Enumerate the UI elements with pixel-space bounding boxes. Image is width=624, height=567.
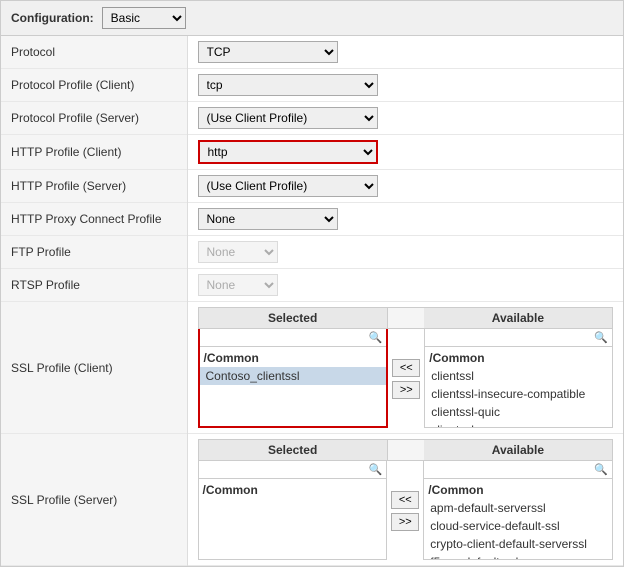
protocol-profile-client-cell: tcp tcp-lan-optimized tcp-wan-optimized bbox=[187, 69, 623, 102]
ssl-server-available-search-icon: 🔍 bbox=[594, 463, 608, 476]
ssl-client-available-group: /Common bbox=[425, 349, 612, 367]
ssl-client-available-item-0[interactable]: clientssl bbox=[425, 367, 612, 385]
ssl-server-available-group: /Common bbox=[424, 481, 612, 499]
ssl-server-label: SSL Profile (Server) bbox=[1, 434, 187, 566]
http-proxy-connect-cell: None bbox=[187, 203, 623, 236]
page-wrapper: Configuration: Basic Advanced Protocol T… bbox=[0, 0, 624, 567]
ssl-client-available-panel: 🔍 /Common clientssl clientssl-insecure-c… bbox=[424, 329, 613, 428]
config-select[interactable]: Basic Advanced bbox=[102, 7, 186, 29]
protocol-value-cell: TCP UDP SCTP bbox=[187, 36, 623, 69]
http-profile-client-cell: http http-explicit (Use Client Profile) bbox=[187, 135, 623, 170]
ssl-server-wrapper: Selected Available 🔍 bbox=[198, 439, 614, 560]
ssl-client-selected-header: Selected bbox=[198, 307, 388, 329]
ftp-profile-label: FTP Profile bbox=[1, 236, 187, 269]
ssl-client-selected-panel: 🔍 /Common Contoso_clientssl bbox=[198, 329, 389, 428]
ssl-server-btn-right[interactable]: >> bbox=[391, 513, 419, 531]
protocol-profile-client-row: Protocol Profile (Client) tcp tcp-lan-op… bbox=[1, 69, 623, 102]
ssl-client-panels: 🔍 /Common Contoso_clientssl << >> bbox=[198, 329, 614, 428]
ssl-client-available-search: 🔍 bbox=[425, 329, 612, 347]
ssl-client-label: SSL Profile (Client) bbox=[1, 302, 187, 434]
ssl-client-headers: Selected Available bbox=[198, 307, 614, 329]
ssl-server-selected-search-icon: 🔍 bbox=[369, 463, 383, 476]
ssl-server-available-item-2[interactable]: crypto-client-default-serverssl bbox=[424, 535, 612, 553]
ssl-server-available-item-3[interactable]: f5aas-default-ssl bbox=[424, 553, 612, 559]
ssl-client-available-item-2[interactable]: clientssl-quic bbox=[425, 403, 612, 421]
ssl-client-available-item-1[interactable]: clientssl-insecure-compatible bbox=[425, 385, 612, 403]
ssl-server-selected-list[interactable]: /Common bbox=[199, 479, 387, 559]
ssl-client-selected-search-input[interactable] bbox=[204, 332, 367, 344]
protocol-profile-client-label: Protocol Profile (Client) bbox=[1, 69, 187, 102]
protocol-profile-server-cell: (Use Client Profile) tcp bbox=[187, 102, 623, 135]
form-table: Protocol TCP UDP SCTP Protocol Profile (… bbox=[1, 36, 623, 566]
ssl-server-row: SSL Profile (Server) Selected Available bbox=[1, 434, 623, 566]
ssl-client-available-header: Available bbox=[424, 307, 613, 329]
http-profile-server-select[interactable]: (Use Client Profile) http bbox=[198, 175, 378, 197]
ssl-server-available-item-1[interactable]: cloud-service-default-ssl bbox=[424, 517, 612, 535]
ssl-client-available-item-3[interactable]: clientssl-secure bbox=[425, 421, 612, 427]
ssl-server-selected-search-input[interactable] bbox=[203, 464, 367, 476]
http-profile-client-label: HTTP Profile (Client) bbox=[1, 135, 187, 170]
http-profile-client-row: HTTP Profile (Client) http http-explicit… bbox=[1, 135, 623, 170]
protocol-profile-server-row: Protocol Profile (Server) (Use Client Pr… bbox=[1, 102, 623, 135]
config-label: Configuration: bbox=[11, 11, 94, 25]
rtsp-profile-label: RTSP Profile bbox=[1, 269, 187, 302]
ssl-client-selected-search-icon: 🔍 bbox=[369, 331, 383, 344]
ssl-server-panels: 🔍 /Common << >> bbox=[198, 461, 614, 560]
ssl-server-selected-search: 🔍 bbox=[199, 461, 387, 479]
protocol-profile-server-label: Protocol Profile (Server) bbox=[1, 102, 187, 135]
ssl-client-selected-item-0[interactable]: Contoso_clientssl bbox=[200, 367, 387, 385]
http-proxy-connect-label: HTTP Proxy Connect Profile bbox=[1, 203, 187, 236]
ssl-client-available-search-input[interactable] bbox=[429, 332, 592, 344]
ftp-profile-select[interactable]: None bbox=[198, 241, 278, 263]
protocol-profile-client-select[interactable]: tcp tcp-lan-optimized tcp-wan-optimized bbox=[198, 74, 378, 96]
ssl-server-available-header: Available bbox=[424, 439, 613, 461]
http-proxy-connect-row: HTTP Proxy Connect Profile None bbox=[1, 203, 623, 236]
ssl-client-available-list[interactable]: /Common clientssl clientssl-insecure-com… bbox=[425, 347, 612, 427]
ssl-client-cell: Selected Available 🔍 bbox=[187, 302, 623, 434]
protocol-row: Protocol TCP UDP SCTP bbox=[1, 36, 623, 69]
config-header: Configuration: Basic Advanced bbox=[1, 1, 623, 36]
ssl-client-selected-list[interactable]: /Common Contoso_clientssl bbox=[200, 347, 387, 426]
ssl-client-selected-search: 🔍 bbox=[200, 329, 387, 347]
protocol-select[interactable]: TCP UDP SCTP bbox=[198, 41, 338, 63]
ssl-client-row: SSL Profile (Client) Selected Available bbox=[1, 302, 623, 434]
protocol-profile-server-select[interactable]: (Use Client Profile) tcp bbox=[198, 107, 378, 129]
ssl-client-btn-right[interactable]: >> bbox=[392, 381, 420, 399]
ssl-server-selected-header: Selected bbox=[198, 439, 388, 461]
ssl-client-wrapper: Selected Available 🔍 bbox=[198, 307, 614, 428]
ssl-server-available-panel: 🔍 /Common apm-default-serverssl cloud-se… bbox=[423, 461, 613, 560]
http-profile-server-row: HTTP Profile (Server) (Use Client Profil… bbox=[1, 170, 623, 203]
http-profile-server-label: HTTP Profile (Server) bbox=[1, 170, 187, 203]
ssl-client-arrows: << >> bbox=[388, 329, 424, 428]
rtsp-profile-row: RTSP Profile None bbox=[1, 269, 623, 302]
http-profile-server-cell: (Use Client Profile) http bbox=[187, 170, 623, 203]
http-profile-client-select[interactable]: http http-explicit (Use Client Profile) bbox=[198, 140, 378, 164]
ssl-client-available-search-icon: 🔍 bbox=[594, 331, 608, 344]
ssl-server-selected-panel: 🔍 /Common bbox=[198, 461, 388, 560]
http-proxy-connect-select[interactable]: None bbox=[198, 208, 338, 230]
ssl-server-cell: Selected Available 🔍 bbox=[187, 434, 623, 566]
rtsp-profile-cell: None bbox=[187, 269, 623, 302]
ssl-server-selected-group: /Common bbox=[199, 481, 387, 499]
ssl-server-available-search: 🔍 bbox=[424, 461, 612, 479]
ftp-profile-row: FTP Profile None bbox=[1, 236, 623, 269]
ftp-profile-cell: None bbox=[187, 236, 623, 269]
ssl-server-arrows: << >> bbox=[387, 461, 423, 560]
protocol-label: Protocol bbox=[1, 36, 187, 69]
ssl-server-available-search-input[interactable] bbox=[428, 464, 592, 476]
ssl-server-available-item-0[interactable]: apm-default-serverssl bbox=[424, 499, 612, 517]
ssl-client-selected-group: /Common bbox=[200, 349, 387, 367]
ssl-server-btn-left[interactable]: << bbox=[391, 491, 419, 509]
ssl-server-headers: Selected Available bbox=[198, 439, 614, 461]
rtsp-profile-select[interactable]: None bbox=[198, 274, 278, 296]
ssl-client-btn-left[interactable]: << bbox=[392, 359, 420, 377]
ssl-server-available-list[interactable]: /Common apm-default-serverssl cloud-serv… bbox=[424, 479, 612, 559]
